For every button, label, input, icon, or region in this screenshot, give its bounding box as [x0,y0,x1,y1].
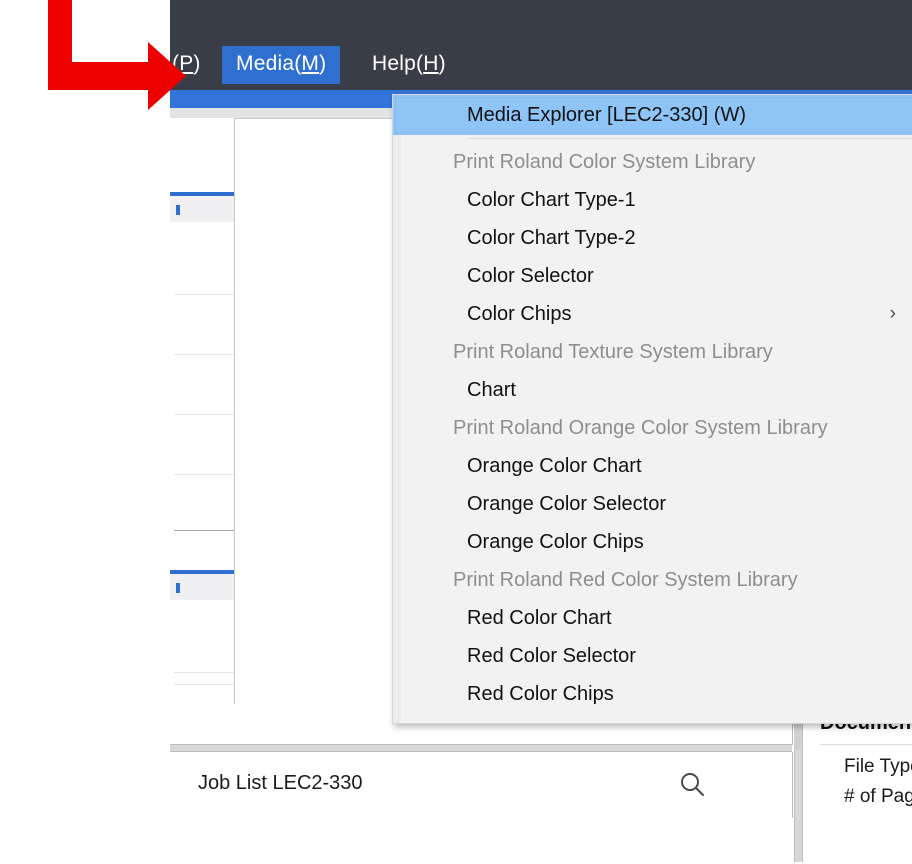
menubar-item-print[interactable]: (P) [170,46,215,84]
menubar-item-print-label: (P) [172,52,201,75]
docinfo-field-file-type: File Type [844,756,912,777]
menu-item-chart[interactable]: Chart [393,371,912,409]
menu-item-label: Color Chart Type-2 [467,227,636,249]
list-row-divider [174,530,234,531]
menu-item-red-color-selector[interactable]: Red Color Selector [393,637,912,675]
menu-item-orange-color-selector[interactable]: Orange Color Selector [393,485,912,523]
menubar-item-media[interactable]: Media(M) [222,46,341,84]
menu-section-header: Print Roland Texture System Library [453,341,773,363]
list-row[interactable] [174,294,234,295]
list-row[interactable] [174,414,234,415]
menu-item-label: Red Color Selector [467,645,636,667]
menubar-item-help[interactable]: Help(H) [358,46,460,84]
menu-bar-right-filler [794,0,912,91]
joblist-panel: Job List LEC2-330 [170,752,793,818]
menu-item-label: Red Color Chart [467,607,612,629]
menu-entry-list: Media Explorer [LEC2-330] (W) Print Rolan… [393,95,912,713]
menu-section-header: Print Roland Orange Color System Library [453,417,828,439]
menu-item-label: Chart [467,379,516,401]
menubar-item-help-label: Help(H) [372,52,446,75]
menu-item-label: Red Color Chips [467,683,614,705]
menu-separator [467,138,912,139]
application-window: (P) Media(M) Help(H) Job List LEC2-330 F… [170,0,912,864]
group-indicator-icon [176,583,180,593]
search-icon[interactable] [678,770,706,798]
docinfo-field-page-count: # of Pages [844,786,912,807]
menubar-item-media-label: Media(M) [236,52,327,75]
menu-item-orange-color-chips[interactable]: Orange Color Chips [393,523,912,561]
menu-item-label: Color Selector [467,265,594,287]
menu-bar: (P) Media(M) Help(H) [170,0,794,91]
menu-item-orange-color-chart[interactable]: Orange Color Chart [393,447,912,485]
menu-item-label: Orange Color Chart [467,455,642,477]
menu-item-label: Color Chips [467,303,572,325]
menu-item-color-chips[interactable]: Color Chips › [393,295,912,333]
list-row[interactable] [174,474,234,475]
menu-item-label: Color Chart Type-1 [467,189,636,211]
menu-item-label: Media Explorer [LEC2-330] (W) [467,104,746,126]
list-group-header[interactable] [170,570,234,600]
document-information-rule [820,744,912,745]
document-information-panel: Document Informatio File Type # of Pages [808,704,912,864]
menu-item-color-chart-type-2[interactable]: Color Chart Type-2 [393,219,912,257]
menu-section-header: Print Roland Color System Library [453,151,756,173]
menu-item-label: Orange Color Selector [467,493,666,515]
list-group-header[interactable] [170,192,234,222]
menu-section-header: Print Roland Red Color System Library [453,569,798,591]
menu-item-red-color-chips[interactable]: Red Color Chips [393,675,912,713]
menu-item-color-selector[interactable]: Color Selector [393,257,912,295]
joblist-title: Job List LEC2-330 [198,772,363,794]
list-row[interactable] [174,672,234,673]
menu-item-color-chart-type-1[interactable]: Color Chart Type-1 [393,181,912,219]
menu-item-media-explorer-lec2-330-w[interactable]: Media Explorer [LEC2-330] (W) [393,95,912,135]
chevron-right-icon: › [889,303,896,324]
left-list-panel [170,118,235,758]
horizontal-splitter[interactable] [170,744,792,752]
list-row[interactable] [174,684,234,685]
list-row[interactable] [174,354,234,355]
menu-item-label: Orange Color Chips [467,531,644,553]
group-indicator-icon [176,205,180,215]
media-dropdown-menu: Media Explorer [LEC2-330] (W) Print Rolan… [392,94,912,724]
menu-item-red-color-chart[interactable]: Red Color Chart [393,599,912,637]
